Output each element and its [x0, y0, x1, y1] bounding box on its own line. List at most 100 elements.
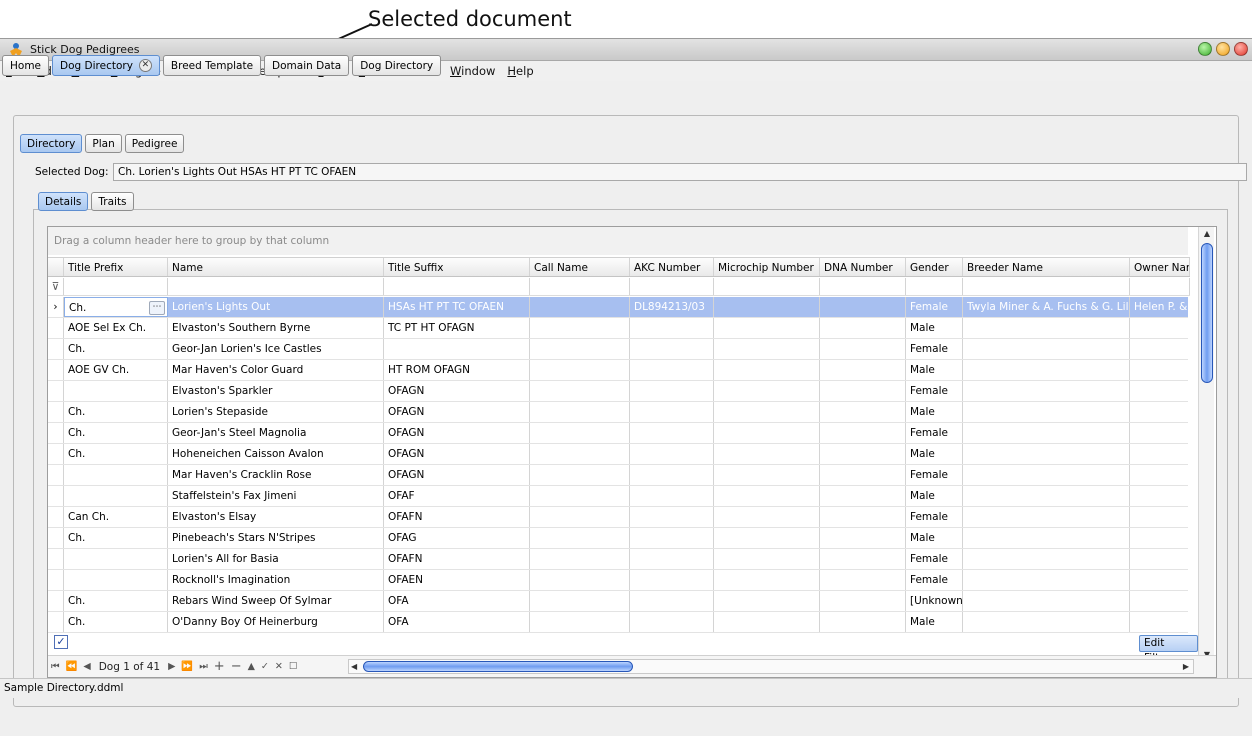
filter-cell[interactable]: [168, 278, 384, 295]
prev-record-icon[interactable]: ◀: [80, 661, 93, 672]
table-cell[interactable]: [1130, 381, 1188, 401]
horizontal-scrollbar[interactable]: ◀ ▶: [348, 659, 1194, 674]
table-cell[interactable]: [820, 612, 906, 632]
column-header[interactable]: DNA Number: [820, 258, 906, 276]
table-cell[interactable]: Elvaston's Sparkler: [168, 381, 384, 401]
table-cell[interactable]: [714, 528, 820, 548]
table-cell[interactable]: [530, 570, 630, 590]
table-cell[interactable]: [714, 423, 820, 443]
vertical-scrollbar[interactable]: ▲ ▼: [1198, 227, 1214, 662]
table-cell[interactable]: Ch.: [64, 423, 168, 443]
table-cell[interactable]: [963, 591, 1130, 611]
table-cell[interactable]: [820, 381, 906, 401]
table-cell[interactable]: Lorien's Stepaside: [168, 402, 384, 422]
table-cell[interactable]: [963, 465, 1130, 485]
table-cell[interactable]: [820, 591, 906, 611]
table-cell[interactable]: [530, 423, 630, 443]
table-cell[interactable]: [630, 339, 714, 359]
table-row[interactable]: Rocknoll's Imagination OFAEN Female: [48, 570, 1188, 591]
close-button[interactable]: [1234, 42, 1248, 56]
table-cell[interactable]: [714, 297, 820, 317]
tab-domain-data[interactable]: Domain Data: [264, 55, 350, 76]
table-cell[interactable]: [714, 318, 820, 338]
table-cell[interactable]: HSAs HT PT TC OFAEN: [384, 297, 530, 317]
table-cell[interactable]: Female: [906, 465, 963, 485]
cancel-edit-icon[interactable]: ✕: [272, 661, 286, 672]
horizontal-scroll-thumb[interactable]: [363, 661, 633, 672]
table-cell[interactable]: [630, 360, 714, 380]
table-cell[interactable]: Ch.: [64, 591, 168, 611]
tab-directory[interactable]: Directory: [20, 134, 83, 153]
table-cell[interactable]: [1130, 486, 1188, 506]
table-cell[interactable]: [530, 591, 630, 611]
table-cell[interactable]: OFAF: [384, 486, 530, 506]
table-cell[interactable]: [530, 318, 630, 338]
table-cell[interactable]: [820, 339, 906, 359]
row-indicator[interactable]: [48, 570, 64, 590]
table-cell[interactable]: [714, 402, 820, 422]
table-cell[interactable]: [963, 444, 1130, 464]
column-header[interactable]: Breeder Name: [963, 258, 1130, 276]
table-cell[interactable]: [64, 570, 168, 590]
table-cell[interactable]: [714, 465, 820, 485]
table-row[interactable]: Staffelstein's Fax Jimeni OFAF Male: [48, 486, 1188, 507]
table-cell[interactable]: [820, 549, 906, 569]
table-cell[interactable]: [963, 360, 1130, 380]
table-cell[interactable]: Elvaston's Southern Byrne: [168, 318, 384, 338]
filter-cell[interactable]: [906, 278, 963, 295]
table-cell[interactable]: [963, 486, 1130, 506]
table-cell[interactable]: Ch.: [64, 339, 168, 359]
table-cell[interactable]: OFAGN: [384, 444, 530, 464]
table-cell[interactable]: [820, 507, 906, 527]
table-cell[interactable]: Geor-Jan's Steel Magnolia: [168, 423, 384, 443]
table-cell[interactable]: Male: [906, 486, 963, 506]
table-cell[interactable]: [630, 612, 714, 632]
table-cell[interactable]: Ch. ⋯: [64, 297, 168, 317]
table-cell[interactable]: Lorien's All for Basia: [168, 549, 384, 569]
table-cell[interactable]: Male: [906, 318, 963, 338]
table-cell[interactable]: [820, 360, 906, 380]
table-row[interactable]: Ch. O'Danny Boy Of Heinerburg OFA Male: [48, 612, 1188, 633]
table-cell[interactable]: Can Ch.: [64, 507, 168, 527]
table-cell[interactable]: [714, 360, 820, 380]
table-cell[interactable]: [630, 570, 714, 590]
table-cell[interactable]: OFAG: [384, 528, 530, 548]
table-cell[interactable]: [64, 549, 168, 569]
row-indicator[interactable]: [48, 381, 64, 401]
table-cell[interactable]: [630, 507, 714, 527]
minimize-button[interactable]: [1198, 42, 1212, 56]
table-cell[interactable]: [1130, 507, 1188, 527]
table-cell[interactable]: [963, 549, 1130, 569]
table-cell[interactable]: [1130, 360, 1188, 380]
table-cell[interactable]: Female: [906, 381, 963, 401]
table-row[interactable]: Ch. Hoheneichen Caisson Avalon OFAGN Male: [48, 444, 1188, 465]
tab-home[interactable]: Home: [2, 55, 50, 76]
next-record-icon[interactable]: ▶: [165, 661, 178, 672]
table-cell[interactable]: Mar Haven's Color Guard: [168, 360, 384, 380]
table-cell[interactable]: OFAGN: [384, 423, 530, 443]
table-cell[interactable]: [530, 612, 630, 632]
filter-icon[interactable]: ⊽: [48, 278, 64, 295]
column-header[interactable]: Microchip Number: [714, 258, 820, 276]
refresh-icon[interactable]: ☐: [286, 661, 301, 672]
table-cell[interactable]: [963, 612, 1130, 632]
table-cell[interactable]: [1130, 402, 1188, 422]
table-cell[interactable]: Geor-Jan Lorien's Ice Castles: [168, 339, 384, 359]
column-header[interactable]: Call Name: [530, 258, 630, 276]
table-cell[interactable]: Ch.: [64, 612, 168, 632]
table-cell[interactable]: [820, 486, 906, 506]
table-cell[interactable]: OFA: [384, 591, 530, 611]
filter-cell[interactable]: [820, 278, 906, 295]
column-header[interactable]: Title Suffix: [384, 258, 530, 276]
table-row[interactable]: Ch. Lorien's Stepaside OFAGN Male: [48, 402, 1188, 423]
row-indicator[interactable]: [48, 318, 64, 338]
table-cell[interactable]: [530, 444, 630, 464]
tab-breed-template[interactable]: Breed Template: [162, 55, 262, 76]
table-cell[interactable]: Lorien's Lights Out: [168, 297, 384, 317]
menu-help[interactable]: Help: [501, 64, 539, 78]
column-header[interactable]: Name: [168, 258, 384, 276]
row-indicator[interactable]: [48, 507, 64, 527]
table-cell[interactable]: [630, 423, 714, 443]
table-cell[interactable]: Male: [906, 528, 963, 548]
table-cell[interactable]: [530, 381, 630, 401]
